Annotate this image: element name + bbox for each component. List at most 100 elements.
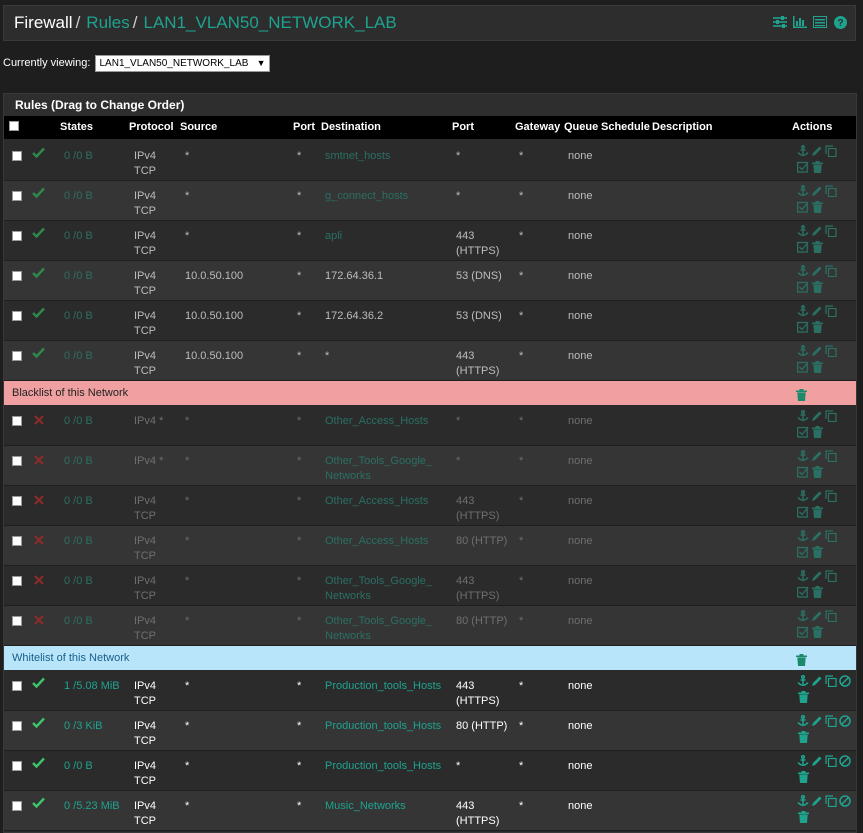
copy-icon[interactable]	[824, 755, 838, 770]
cell-dest[interactable]: Music_Networks	[325, 799, 406, 814]
row-checkbox[interactable]	[12, 351, 22, 361]
cell-dest[interactable]: 172.64.36.1	[325, 269, 383, 284]
table-row[interactable]: 0 /3 KiB IPv4 TCP * * Production_tools_Hosts…	[4, 711, 856, 751]
cell-dest[interactable]: Other_Tools_Google_ Networks	[325, 614, 432, 644]
cell-states[interactable]: 0 /0 B	[64, 309, 93, 324]
table-row[interactable]: 0 /0 B IPv4 TCP * * Other_Access_Hosts 80 (HT…	[4, 526, 856, 566]
row-checkbox[interactable]	[12, 456, 22, 466]
row-checkbox[interactable]	[12, 761, 22, 771]
row-checkbox[interactable]	[12, 191, 22, 201]
row-checkbox[interactable]	[12, 681, 22, 691]
cell-states[interactable]: 0 /5.23 MiB	[64, 799, 120, 814]
anchor-icon[interactable]	[796, 344, 810, 360]
cell-dest[interactable]: apli	[325, 229, 342, 244]
block-x-icon[interactable]	[34, 493, 44, 508]
cell-states[interactable]: 0 /3 KiB	[64, 719, 103, 734]
row-checkbox[interactable]	[12, 416, 22, 426]
anchor-icon[interactable]	[796, 264, 810, 280]
pass-check-icon[interactable]	[32, 756, 45, 771]
copy-icon[interactable]	[824, 530, 838, 545]
cell-states[interactable]: 0 /0 B	[64, 349, 93, 364]
table-row[interactable]: 0 /0 B IPv4 TCP * * smtnet_hosts * * none	[4, 141, 856, 181]
table-row[interactable]: 0 /5.23 MiB IPv4 TCP * * Music_Networks 443 (…	[4, 791, 856, 831]
anchor-icon[interactable]	[796, 529, 810, 545]
cell-states[interactable]: 0 /0 B	[64, 149, 93, 164]
anchor-icon[interactable]	[796, 409, 810, 425]
anchor-icon[interactable]	[796, 449, 810, 465]
cell-dest[interactable]: Other_Tools_Google_ Networks	[325, 574, 432, 604]
trash-icon[interactable]	[796, 771, 810, 786]
cell-dest[interactable]: Production_tools_Hosts	[325, 719, 441, 734]
copy-icon[interactable]	[824, 265, 838, 280]
breadcrumb-rules[interactable]: Rules	[86, 13, 129, 32]
disable-ban-icon[interactable]	[838, 795, 852, 810]
table-row[interactable]: 0 /0 B IPv4 TCP * * Other_Tools_Google_ Netw…	[4, 566, 856, 606]
trash-icon[interactable]	[796, 691, 810, 706]
interface-select[interactable]: LAN1_VLAN50_NETWORK_LAB ▼	[95, 55, 271, 72]
edit-pencil-icon[interactable]	[810, 570, 824, 585]
pass-check-icon[interactable]	[32, 346, 45, 361]
copy-icon[interactable]	[824, 225, 838, 240]
cell-dest[interactable]: Other_Access_Hosts	[325, 534, 428, 549]
enable-check-icon[interactable]	[796, 426, 810, 441]
disable-ban-icon[interactable]	[838, 715, 852, 730]
edit-pencil-icon[interactable]	[810, 450, 824, 465]
edit-pencil-icon[interactable]	[810, 795, 824, 810]
pass-check-icon[interactable]	[32, 226, 45, 241]
edit-pencil-icon[interactable]	[810, 675, 824, 690]
select-all-checkbox[interactable]	[9, 121, 19, 131]
row-checkbox[interactable]	[12, 536, 22, 546]
table-row[interactable]: 0 /0 B IPv4 TCP * * g_connect_hosts * * none	[4, 181, 856, 221]
trash-icon[interactable]	[810, 361, 824, 376]
cell-states[interactable]: 0 /0 B	[64, 189, 93, 204]
row-checkbox[interactable]	[12, 801, 22, 811]
enable-check-icon[interactable]	[796, 586, 810, 601]
row-checkbox[interactable]	[12, 231, 22, 241]
enable-check-icon[interactable]	[796, 626, 810, 641]
cell-dest[interactable]: smtnet_hosts	[325, 149, 390, 164]
copy-icon[interactable]	[824, 610, 838, 625]
anchor-icon[interactable]	[796, 224, 810, 240]
edit-pencil-icon[interactable]	[810, 305, 824, 320]
row-checkbox[interactable]	[12, 616, 22, 626]
edit-pencil-icon[interactable]	[810, 530, 824, 545]
trash-icon[interactable]	[810, 586, 824, 601]
block-x-icon[interactable]	[34, 613, 44, 628]
edit-pencil-icon[interactable]	[810, 715, 824, 730]
edit-pencil-icon[interactable]	[810, 185, 824, 200]
edit-pencil-icon[interactable]	[810, 145, 824, 160]
cell-dest[interactable]: Production_tools_Hosts	[325, 679, 441, 694]
table-row[interactable]: 0 /0 B IPv4 TCP 10.0.50.100 * 172.64.36.1 53 …	[4, 261, 856, 301]
copy-icon[interactable]	[824, 410, 838, 425]
edit-pencil-icon[interactable]	[810, 345, 824, 360]
copy-icon[interactable]	[824, 305, 838, 320]
block-x-icon[interactable]	[34, 453, 44, 468]
anchor-icon[interactable]	[796, 754, 810, 770]
enable-check-icon[interactable]	[796, 506, 810, 521]
table-row[interactable]: 0 /0 B IPv4 TCP 10.0.50.100 * 172.64.36.2 53 …	[4, 301, 856, 341]
trash-icon[interactable]	[810, 506, 824, 521]
copy-icon[interactable]	[824, 490, 838, 505]
copy-icon[interactable]	[824, 185, 838, 200]
cell-states[interactable]: 0 /0 B	[64, 614, 93, 629]
pass-check-icon[interactable]	[32, 306, 45, 321]
cell-states[interactable]: 0 /0 B	[64, 454, 93, 469]
copy-icon[interactable]	[824, 450, 838, 465]
anchor-icon[interactable]	[796, 674, 810, 690]
anchor-icon[interactable]	[796, 609, 810, 625]
row-checkbox[interactable]	[12, 721, 22, 731]
copy-icon[interactable]	[824, 795, 838, 810]
trash-icon[interactable]	[810, 161, 824, 176]
cell-dest[interactable]: Other_Access_Hosts	[325, 414, 428, 429]
cell-states[interactable]: 0 /0 B	[64, 269, 93, 284]
pass-check-icon[interactable]	[32, 266, 45, 281]
table-row[interactable]: 0 /0 B IPv4 TCP * * apli 443 (HTTPS) * none	[4, 221, 856, 261]
pass-check-icon[interactable]	[32, 186, 45, 201]
enable-check-icon[interactable]	[796, 201, 810, 216]
table-row[interactable]: 0 /0 B IPv4 TCP 10.0.50.100 * * 443 (HTTPS) * n…	[4, 341, 856, 381]
anchor-icon[interactable]	[796, 144, 810, 160]
enable-check-icon[interactable]	[796, 466, 810, 481]
trash-icon[interactable]	[810, 241, 824, 256]
anchor-icon[interactable]	[796, 489, 810, 505]
row-checkbox[interactable]	[12, 496, 22, 506]
